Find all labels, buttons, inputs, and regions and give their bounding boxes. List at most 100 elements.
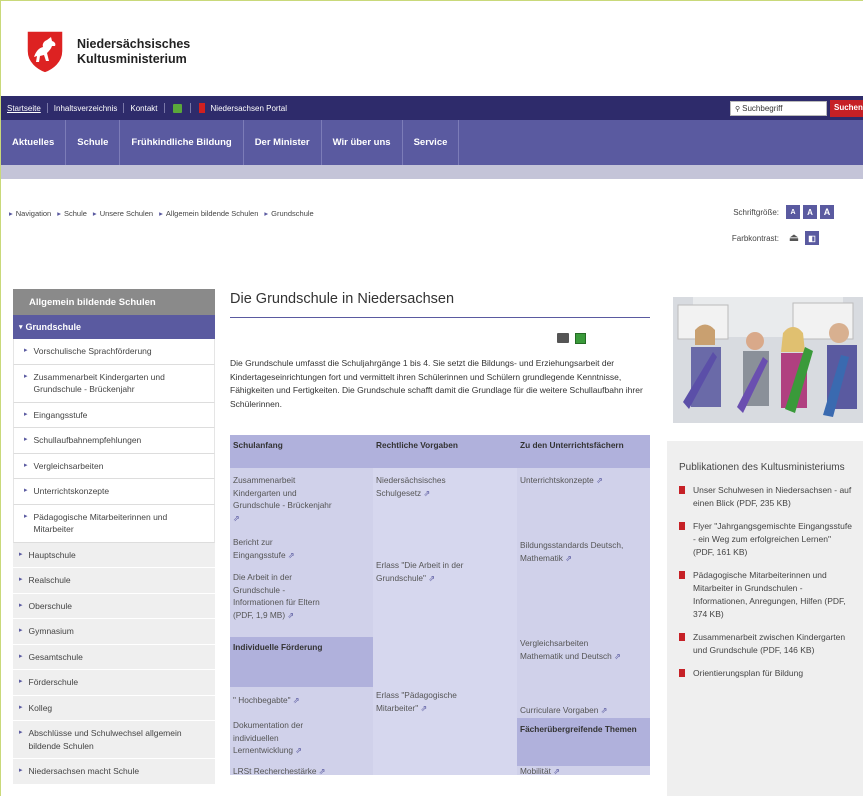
breadcrumb-item[interactable]: Allgemein bildende Schulen	[166, 209, 259, 218]
link-kontakt[interactable]: Kontakt	[124, 104, 163, 113]
leftnav-active-grundschule[interactable]: ▾ Grundschule	[13, 315, 215, 339]
font-size-medium-button[interactable]: A	[803, 205, 817, 219]
link-portal[interactable]: Niedersachsen Portal	[205, 104, 293, 113]
table-header-vorgaben: Rechtliche Vorgaben	[376, 440, 458, 450]
table-link-label: Dokumentation der individuellen Lernentw…	[233, 720, 304, 755]
leftnav-item[interactable]: ▸ Realschule	[13, 568, 215, 594]
arrow-icon: ▸	[57, 209, 61, 218]
table-link[interactable]: Die Arbeit in der Grundschule - Informat…	[230, 567, 330, 626]
breadcrumb-item[interactable]: Grundschule	[271, 209, 314, 218]
pdf-icon	[679, 571, 685, 579]
pdf-icon	[679, 669, 685, 677]
leftnav-sub-label: Zusammenarbeit Kindergarten und Grundsch…	[33, 371, 165, 395]
search-placeholder: Suchbegriff	[742, 104, 783, 113]
table-link[interactable]: Niedersächsisches Schulgesetz ⇗	[373, 470, 483, 504]
main-content: Die Grundschule in Niedersachsen Die Gru…	[230, 291, 650, 776]
table-link[interactable]: Erlass "Die Arbeit in der Grundschule" ⇗	[373, 555, 483, 589]
sign-language-icon[interactable]	[172, 103, 182, 113]
leftnav-label: Realschule	[28, 575, 71, 585]
leftnav-item[interactable]: ▸ Förderschule	[13, 670, 215, 696]
print-icon[interactable]	[557, 333, 569, 343]
external-link-icon: ⇗	[600, 706, 608, 715]
search-button[interactable]: Suchen	[830, 100, 863, 117]
publication-item[interactable]: Flyer "Jahrgangsgemischte Eingangsstufe …	[679, 520, 854, 559]
arrow-icon: ▸	[19, 601, 23, 609]
leftnav-sub-item[interactable]: ▸ Vorschulische Sprachförderung	[13, 339, 215, 365]
table-link[interactable]: Zusammenarbeit Kindergarten und Grundsch…	[230, 470, 340, 529]
external-link-icon: ⇗	[295, 746, 302, 755]
leftnav-sub-item[interactable]: ▸ Schullaufbahnempfehlungen	[13, 428, 215, 454]
publication-item[interactable]: Zusammenarbeit zwischen Kindergarten und…	[679, 631, 854, 657]
table-link[interactable]: Bildungsstandards Deutsch, Mathematik ⇗	[517, 535, 637, 569]
leftnav-label: Gesamtschule	[28, 651, 83, 662]
table-link[interactable]: LRSt Recherchestärke ⇗	[230, 761, 370, 783]
leftnav-label: Gymnasium	[28, 626, 74, 636]
nav-der-minister[interactable]: Der Minister	[244, 120, 322, 165]
table-link[interactable]: Vergleichsarbeiten Mathematik und Deutsc…	[517, 633, 627, 667]
arrow-icon: ▸	[19, 627, 23, 634]
leftnav-item[interactable]: ▸ Gymnasium	[13, 619, 215, 645]
logo[interactable]: Niedersächsisches Kultusministerium	[25, 29, 190, 75]
leftnav-label: Förderschule	[28, 677, 79, 687]
sign-language-icon[interactable]	[575, 333, 586, 344]
arrow-icon: ▸	[24, 410, 28, 418]
page-title: Die Grundschule in Niedersachsen	[230, 291, 650, 318]
external-link-icon: ⇗	[292, 696, 300, 705]
publication-label: Unser Schulwesen in Niedersachsen - auf …	[693, 485, 852, 508]
arrow-icon: ▸	[19, 652, 23, 660]
org-name: Niedersächsisches Kultusministerium	[77, 37, 190, 67]
leftnav-heading[interactable]: Allgemein bildende Schulen	[13, 289, 215, 315]
leftnav-sub-item[interactable]: ▸ Eingangsstufe	[13, 402, 215, 428]
breadcrumb-item[interactable]: Schule	[64, 209, 87, 218]
external-link-icon: ⇗	[420, 703, 428, 713]
nav-fruehkindliche-bildung[interactable]: Frühkindliche Bildung	[120, 120, 244, 165]
leftnav-item[interactable]: ▸ Hauptschule	[13, 542, 215, 568]
table-link[interactable]: Erlass "Pädagogische Mitarbeiter" ⇗	[373, 685, 483, 719]
external-link-icon: ⇗	[553, 767, 560, 776]
external-link-icon: ⇗	[614, 651, 621, 661]
search-input[interactable]: ⚲ Suchbegriff	[730, 101, 827, 116]
leftnav-item[interactable]: ▸ Niedersachsen macht Schule	[13, 759, 215, 785]
table-link-label: Die Arbeit in der Grundschule - Informat…	[233, 572, 320, 620]
publication-label: Pädagogische Mitarbeiterinnen und Mitarb…	[693, 570, 846, 619]
link-startseite[interactable]: Startseite	[1, 104, 47, 113]
table-header-faecher: Zu den Unterrichtsfächern	[520, 440, 624, 450]
contrast-normal-icon[interactable]: ⏏	[786, 231, 802, 245]
leftnav-sub-item[interactable]: ▸ Zusammenarbeit Kindergarten und Grundsc…	[13, 364, 215, 403]
leftnav-sub-item[interactable]: ▸ Unterrichtskonzepte	[13, 479, 215, 505]
leftnav-item[interactable]: ▸ Kolleg	[13, 695, 215, 721]
publication-label: Flyer "Jahrgangsgemischte Eingangsstufe …	[693, 521, 852, 557]
contrast-high-button[interactable]: ◧	[805, 231, 819, 245]
table-link[interactable]: " Hochbegabte" ⇗	[230, 690, 340, 712]
breadcrumb-item[interactable]: Unsere Schulen	[100, 209, 153, 218]
table-link-label: Zusammenarbeit Kindergarten und Grundsch…	[233, 475, 332, 510]
table-link[interactable]: Unterrichtskonzepte ⇗	[517, 470, 647, 492]
publication-label: Zusammenarbeit zwischen Kindergarten und…	[693, 632, 846, 655]
publication-item[interactable]: Pädagogische Mitarbeiterinnen und Mitarb…	[679, 569, 854, 621]
table-link[interactable]: Bericht zur Eingangsstufe ⇗	[230, 532, 330, 566]
leftnav-label: Kolleg	[28, 702, 53, 713]
table-link[interactable]: Mobilität ⇗	[517, 761, 642, 783]
left-navigation: Allgemein bildende Schulen ▾ Grundschule …	[13, 289, 215, 785]
publication-item[interactable]: Orientierungsplan für Bildung	[679, 667, 854, 680]
font-size-small-button[interactable]: A	[786, 205, 800, 219]
nav-schule[interactable]: Schule	[66, 120, 121, 165]
table-link[interactable]: Dokumentation der individuellen Lernentw…	[230, 715, 340, 762]
leftnav-label: Niedersachsen macht Schule	[28, 766, 140, 776]
subnav-strip	[1, 165, 863, 179]
leftnav-item[interactable]: ▸ Oberschule	[13, 593, 215, 619]
nav-wir-ueber-uns[interactable]: Wir über uns	[322, 120, 403, 165]
intro-text: Die Grundschule umfasst die Schuljahrgän…	[230, 358, 643, 409]
font-size-large-button[interactable]: A	[820, 205, 834, 219]
leftnav-sub-item[interactable]: ▸ Pädagogische Mitarbeiterinnen und Mitar…	[13, 504, 215, 543]
link-inhaltsverzeichnis[interactable]: Inhaltsverzeichnis	[48, 104, 124, 113]
table-link-label: Vergleichsarbeiten Mathematik und Deutsc…	[520, 638, 612, 661]
publication-item[interactable]: Unser Schulwesen in Niedersachsen - auf …	[679, 484, 854, 510]
breadcrumb-item[interactable]: Navigation	[16, 209, 51, 218]
leftnav-item[interactable]: ▸ Abschlüsse und Schulwechsel allgemein b…	[13, 721, 215, 759]
nav-service[interactable]: Service	[403, 120, 460, 165]
leftnav-item[interactable]: ▸ Gesamtschule	[13, 644, 215, 670]
leftnav-active-label: Grundschule	[25, 322, 82, 332]
leftnav-sub-item[interactable]: ▸ Vergleichsarbeiten	[13, 453, 215, 479]
nav-aktuelles[interactable]: Aktuelles	[1, 120, 67, 165]
